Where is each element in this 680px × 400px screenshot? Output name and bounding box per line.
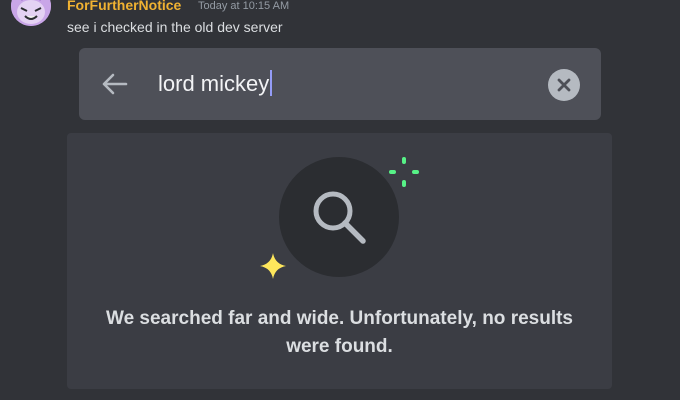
- chat-page: ForFurtherNotice Today at 10:15 AM see i…: [0, 0, 680, 400]
- message-content: see i checked in the old dev server: [67, 19, 283, 35]
- arrow-left-icon: [102, 73, 128, 95]
- no-results-message: We searched far and wide. Unfortunately,…: [67, 305, 612, 361]
- magnifying-glass-icon: [313, 191, 366, 244]
- text-caret: [270, 70, 273, 97]
- no-results-line-2: were found.: [286, 336, 393, 357]
- empty-state-illustration: [279, 157, 399, 277]
- clear-search-button[interactable]: [548, 69, 580, 101]
- message-timestamp: Today at 10:15 AM: [198, 0, 290, 12]
- search-results-panel: We searched far and wide. Unfortunately,…: [67, 133, 612, 389]
- search-input-value: lord mickey: [158, 71, 270, 96]
- sparkle-dots-icon: [389, 157, 419, 187]
- search-bar: lord mickey: [79, 48, 601, 120]
- avatar-image: [11, 0, 51, 26]
- close-icon: [557, 78, 571, 92]
- avatar[interactable]: [11, 0, 51, 26]
- sparkle-star-icon: [260, 253, 286, 279]
- back-button[interactable]: [97, 68, 131, 100]
- no-results-line-1: We searched far and wide. Unfortunately,…: [105, 308, 573, 329]
- message-username[interactable]: ForFurtherNotice: [67, 0, 181, 13]
- search-input[interactable]: lord mickey: [158, 70, 273, 98]
